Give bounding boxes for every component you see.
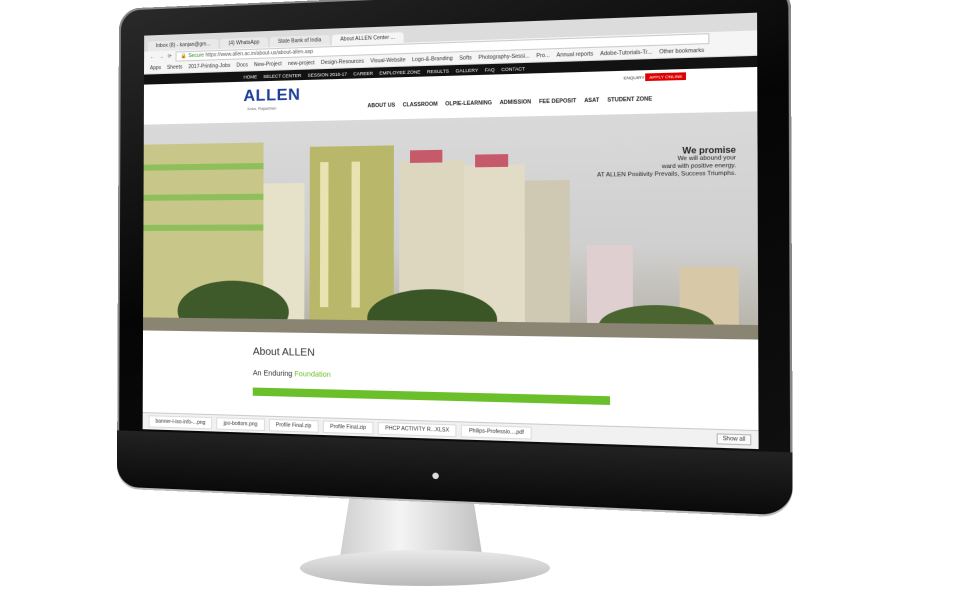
banner-promise: We promise We will abound your ward with… — [597, 145, 736, 180]
topbar-link[interactable]: CAREER — [353, 70, 373, 76]
topbar-link[interactable]: SELECT CENTER — [263, 72, 301, 78]
nav-asat[interactable]: ASAT — [584, 97, 599, 104]
nav-student-zone[interactable]: STUDENT ZONE — [607, 96, 652, 104]
bookmark-item[interactable]: Pro... — [536, 53, 549, 60]
topbar-link[interactable]: EMPLOYEE ZONE — [379, 69, 420, 75]
secure-label: Secure — [188, 52, 204, 60]
site-logo[interactable]: ALLEN — [243, 86, 300, 106]
logo-tagline: Kota, Rajasthan — [247, 105, 277, 112]
show-all-button[interactable]: Show all — [716, 433, 752, 446]
bookmark-item[interactable]: New-Project — [254, 61, 282, 68]
apple-logo-icon: ● — [431, 466, 441, 484]
download-item[interactable]: Philips-Professio....pdf — [461, 424, 532, 440]
reload-icon[interactable]: ⟳ — [168, 54, 172, 60]
forward-icon[interactable]: → — [159, 54, 164, 60]
nav-classroom[interactable]: CLASSROOM — [403, 101, 438, 108]
bookmark-item[interactable]: Annual reports — [556, 51, 593, 59]
bookmark-item[interactable]: Sheets — [167, 64, 182, 71]
url-text: https://www.allen.ac.in/about-us/about-a… — [205, 48, 314, 59]
topbar-link[interactable]: GALLERY — [456, 67, 479, 73]
nav-olpie-learning[interactable]: OLPIE-LEARNING — [445, 100, 492, 107]
download-item[interactable]: banner-l-iso-info-...png — [148, 415, 213, 430]
page-title: About ALLEN — [252, 346, 315, 359]
topbar-link[interactable]: RESULTS — [427, 68, 449, 74]
subtitle-highlight: Foundation — [294, 370, 331, 380]
bookmark-item[interactable]: Photography-Sessi... — [478, 53, 529, 61]
scene: Inbox (8) - kanjan@gm... (4) WhatsApp St… — [0, 0, 973, 615]
hero-banner: We promise We will abound your ward with… — [143, 111, 759, 340]
main-nav: ABOUT US CLASSROOM OLPIE-LEARNING ADMISS… — [367, 96, 652, 109]
enquiry-links: ENQUIRY APPLY ONLINE — [624, 72, 687, 82]
section-subtitle: An Enduring Foundation — [253, 370, 759, 389]
bookmark-item[interactable]: Docs — [236, 62, 248, 68]
bookmark-item[interactable]: Other bookmarks — [659, 48, 704, 56]
bookmark-item[interactable]: Logo-&-Branding — [412, 56, 453, 64]
subtitle-prefix: An Enduring — [252, 370, 293, 379]
download-item[interactable]: jpo-bottom.png — [216, 417, 265, 432]
bookmark-item[interactable]: Visual-Website — [370, 57, 405, 64]
bookmark-item[interactable]: Design-Resources — [321, 59, 364, 67]
topbar-link[interactable]: HOME — [243, 74, 257, 80]
stand-foot — [300, 550, 550, 586]
nav-about-us[interactable]: ABOUT US — [367, 102, 395, 109]
about-section: About ALLEN An Enduring Foundation — [143, 330, 759, 408]
lock-icon: 🔒 — [180, 53, 187, 60]
screen: Inbox (8) - kanjan@gm... (4) WhatsApp St… — [142, 12, 759, 450]
enquiry-link[interactable]: ENQUIRY — [624, 75, 645, 81]
green-bar — [252, 387, 611, 405]
download-item[interactable]: Profile Final.zip — [322, 420, 374, 435]
tab-whatsapp[interactable]: (4) WhatsApp — [220, 37, 268, 49]
download-item[interactable]: Profile Final.zip — [268, 418, 319, 433]
bookmark-item[interactable]: new-project — [288, 60, 315, 67]
topbar-link[interactable]: SESSION 2016-17 — [308, 71, 347, 77]
nav-fee-deposit[interactable]: FEE DEPOSIT — [539, 98, 576, 105]
nav-admission[interactable]: ADMISSION — [500, 99, 531, 106]
topbar-link[interactable]: CONTACT — [501, 66, 525, 72]
bookmark-item[interactable]: Softs — [459, 55, 471, 62]
back-icon[interactable]: ← — [150, 54, 155, 60]
banner-line-3: AT ALLEN Positivity Prevails, Success Tr… — [597, 170, 737, 179]
apply-online-button[interactable]: APPLY ONLINE — [645, 72, 687, 82]
bookmark-item[interactable]: 2017-Printing-Jobs — [188, 63, 230, 70]
bookmark-item[interactable]: Adobe-Tutorials-Tr... — [600, 49, 652, 57]
topbar-link[interactable]: FAQ — [485, 67, 495, 73]
monitor: Inbox (8) - kanjan@gm... (4) WhatsApp St… — [116, 0, 793, 516]
tab-sbi[interactable]: State Bank of India — [269, 34, 330, 48]
download-item[interactable]: PHCP ACTIVITY R...XLSX — [377, 422, 457, 438]
bookmark-item[interactable]: Apps — [150, 65, 161, 71]
